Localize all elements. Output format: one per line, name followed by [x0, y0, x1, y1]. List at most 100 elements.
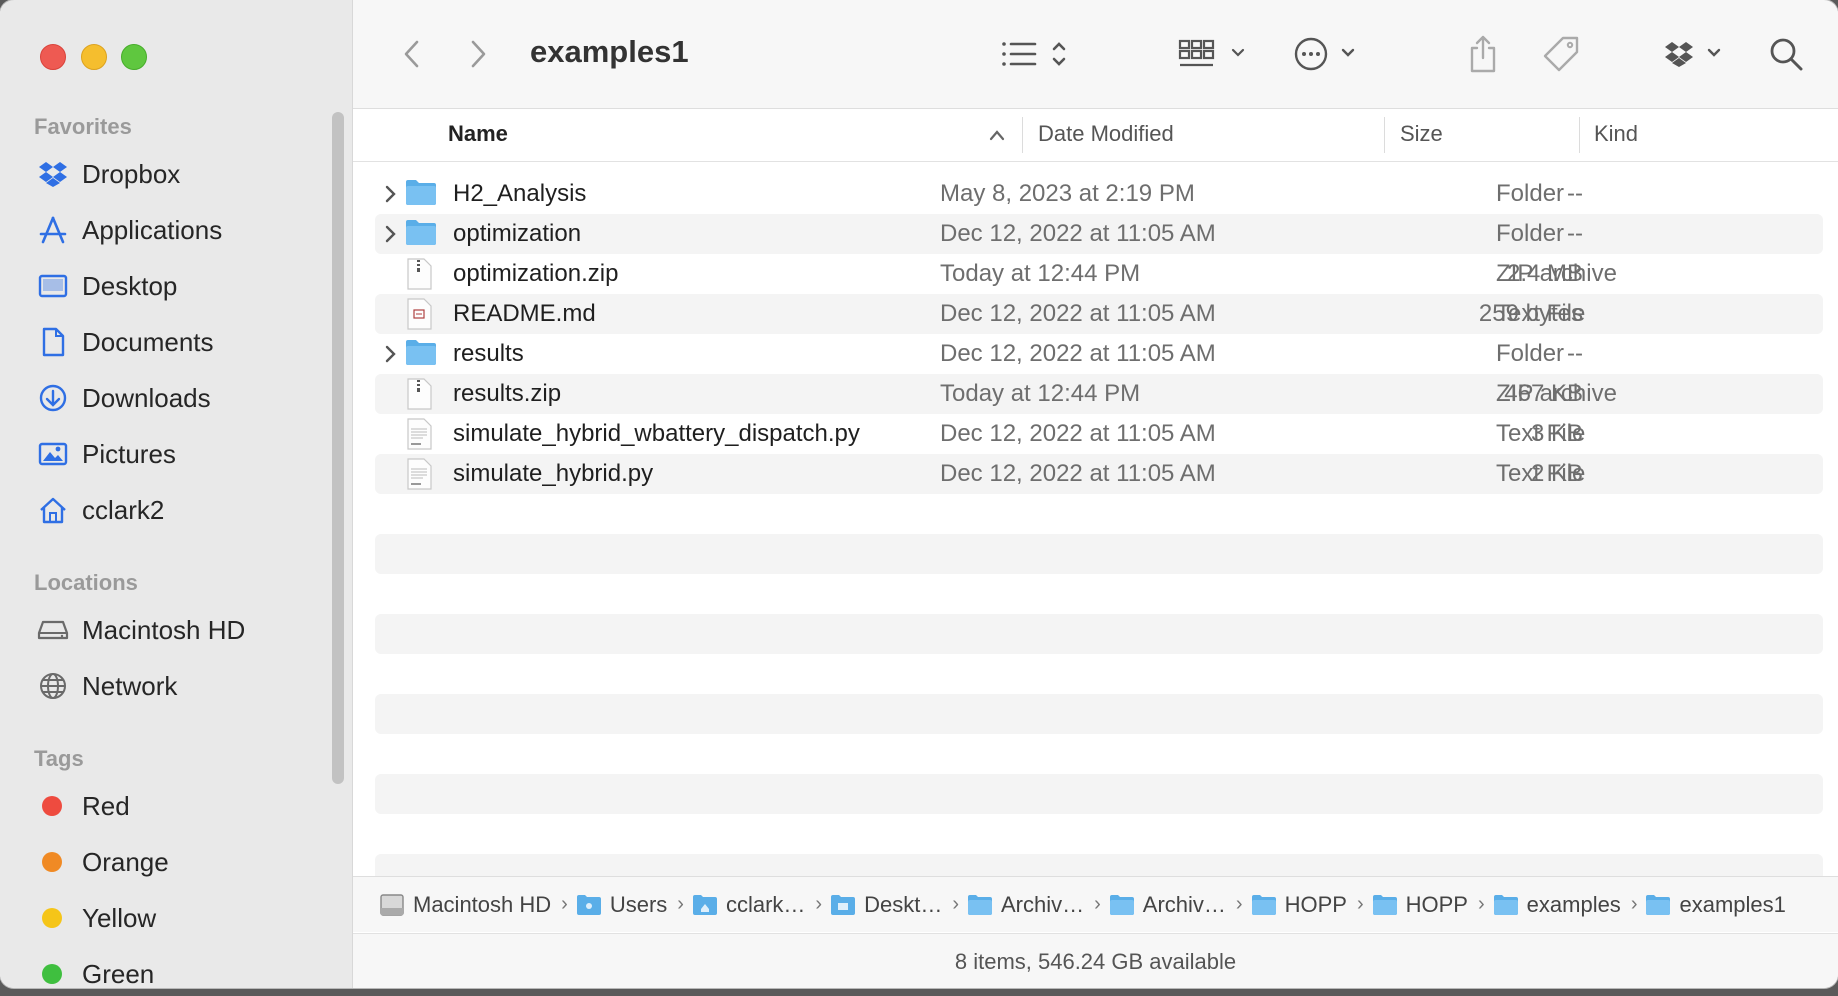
- grid-view-icon: [1178, 39, 1245, 67]
- file-date: May 8, 2023 at 2:19 PM: [940, 180, 1195, 207]
- zoom-window-button[interactable]: [121, 44, 147, 70]
- column-header-kind[interactable]: Kind: [1594, 121, 1638, 147]
- path-item-label: cclark…: [725, 891, 806, 917]
- sidebar-item-documents[interactable]: Documents: [36, 320, 326, 364]
- file-kind: ZIP archive: [1496, 380, 1617, 407]
- sidebar-item-label: Pictures: [82, 438, 176, 469]
- path-item-label: Users: [609, 891, 668, 917]
- tag-color-dot: [42, 908, 62, 928]
- disclosure-triangle-icon[interactable]: [383, 184, 397, 204]
- sidebar-item-desktop[interactable]: Desktop: [36, 264, 326, 308]
- file-row-results[interactable]: results Dec 12, 2022 at 11:05 AM -- Fold…: [375, 334, 1823, 374]
- path-item-label: examples: [1526, 891, 1621, 917]
- chevron-left-icon: [404, 40, 419, 68]
- path-item-home[interactable]: cclark… ›: [692, 892, 822, 918]
- column-header-date[interactable]: Date Modified: [1038, 121, 1174, 147]
- status-text: 8 items, 546.24 GB available: [954, 948, 1237, 974]
- sidebar-item-label: Macintosh HD: [82, 614, 246, 645]
- file-name: H2_Analysis: [453, 180, 587, 207]
- file-name: simulate_hybrid.py: [453, 460, 654, 487]
- file-row-results-zip[interactable]: results.zip Today at 12:44 PM 467 KB ZIP…: [375, 374, 1823, 414]
- view-list-button[interactable]: [997, 30, 1077, 78]
- file-date: Dec 12, 2022 at 11:05 AM: [940, 300, 1216, 327]
- sidebar-tag-yellow[interactable]: Yellow: [36, 896, 326, 940]
- empty-row: [375, 774, 1823, 814]
- column-divider[interactable]: [1384, 117, 1385, 153]
- sidebar-item-macintosh-hd[interactable]: Macintosh HD: [36, 608, 326, 652]
- forward-button[interactable]: [461, 30, 497, 78]
- file-name: results.zip: [453, 380, 562, 407]
- column-header-name[interactable]: Name: [448, 121, 508, 147]
- tags-section-label: Tags: [34, 746, 84, 771]
- file-row-h2-analysis[interactable]: H2_Analysis May 8, 2023 at 2:19 PM -- Fo…: [375, 174, 1823, 214]
- sidebar-tag-orange[interactable]: Orange: [36, 840, 326, 884]
- file-name: README.md: [453, 300, 596, 327]
- sidebar-item-network[interactable]: Network: [36, 664, 326, 708]
- path-item-archive[interactable]: Archiv… ›: [967, 892, 1101, 918]
- folder-icon: [406, 180, 436, 205]
- zip-file-icon: [407, 258, 432, 290]
- tag-button[interactable]: [1539, 30, 1583, 78]
- file-date: Today at 12:44 PM: [940, 260, 1141, 287]
- path-item-macintosh-hd[interactable]: Macintosh HD ›: [379, 892, 568, 918]
- minimize-window-button[interactable]: [81, 44, 107, 70]
- group-by-button[interactable]: [1177, 30, 1253, 78]
- path-item-hopp[interactable]: HOPP ›: [1251, 892, 1364, 918]
- chevron-right-icon: ›: [815, 893, 823, 915]
- share-button[interactable]: [1463, 30, 1503, 78]
- sidebar-item-label: Applications: [82, 214, 223, 245]
- path-item-label: Deskt…: [864, 891, 943, 917]
- sidebar-item-pictures[interactable]: Pictures: [36, 432, 326, 476]
- column-header-size[interactable]: Size: [1400, 121, 1443, 147]
- tag-color-dot: [42, 796, 62, 816]
- file-name: results: [453, 340, 524, 367]
- file-row-optimization[interactable]: optimization Dec 12, 2022 at 11:05 AM --…: [375, 214, 1823, 254]
- file-row-simulate-hybrid-wbattery[interactable]: simulate_hybrid_wbattery_dispatch.py Dec…: [375, 414, 1823, 454]
- sidebar-item-home[interactable]: cclark2: [36, 488, 326, 532]
- folder-icon: [406, 220, 436, 245]
- file-date: Dec 12, 2022 at 11:05 AM: [940, 460, 1216, 487]
- folder-icon: [406, 340, 436, 365]
- path-item-examples1[interactable]: examples1: [1645, 892, 1786, 918]
- sidebar-item-applications[interactable]: Applications: [36, 208, 326, 252]
- path-item-examples[interactable]: examples ›: [1493, 891, 1638, 918]
- close-window-button[interactable]: [40, 44, 66, 70]
- drive-icon: [380, 893, 404, 916]
- back-button[interactable]: [393, 30, 429, 78]
- sidebar-item-label: Green: [82, 958, 155, 989]
- empty-row: [375, 534, 1823, 574]
- tag-color-dot: [42, 852, 62, 872]
- file-row-simulate-hybrid[interactable]: simulate_hybrid.py Dec 12, 2022 at 11:05…: [375, 454, 1823, 494]
- folder-icon: [1372, 894, 1397, 915]
- sidebar-tag-red[interactable]: Red: [36, 784, 326, 828]
- drive-icon: [36, 613, 70, 647]
- column-header: Name Date Modified Size Kind: [353, 109, 1838, 162]
- chevron-right-icon: ›: [1630, 893, 1638, 915]
- file-date: Today at 12:44 PM: [940, 380, 1141, 407]
- sidebar-item-downloads[interactable]: Downloads: [36, 376, 326, 420]
- sidebar-item-dropbox[interactable]: Dropbox: [36, 152, 326, 196]
- column-divider[interactable]: [1579, 117, 1580, 153]
- sidebar-scrollbar[interactable]: [332, 112, 344, 784]
- dropbox-menu-button[interactable]: [1663, 30, 1733, 78]
- sort-ascending-icon[interactable]: [989, 129, 1005, 141]
- empty-row: [375, 854, 1823, 876]
- disclosure-triangle-icon[interactable]: [383, 344, 397, 364]
- path-item-hopp[interactable]: HOPP ›: [1372, 892, 1485, 918]
- column-divider[interactable]: [1022, 117, 1023, 153]
- path-item-users[interactable]: Users ›: [576, 892, 684, 918]
- photo-icon: [36, 437, 70, 471]
- sidebar-tag-green[interactable]: Green: [36, 952, 326, 988]
- path-item-archive[interactable]: Archiv… ›: [1109, 892, 1243, 918]
- search-button[interactable]: [1765, 30, 1807, 78]
- applications-icon: [36, 213, 70, 247]
- sidebar-item-label: Dropbox: [82, 158, 181, 189]
- finder-window: Favorites Dropbox Applications Desktop D…: [0, 0, 1838, 988]
- sidebar-item-label: Desktop: [82, 270, 178, 301]
- disclosure-triangle-icon[interactable]: [383, 224, 397, 244]
- folder-icon: [1493, 894, 1518, 915]
- file-row-optimization-zip[interactable]: optimization.zip Today at 12:44 PM 2.4 M…: [375, 254, 1823, 294]
- path-item-desktop[interactable]: Deskt… ›: [830, 892, 959, 918]
- action-menu-button[interactable]: [1293, 30, 1367, 78]
- file-row-readme[interactable]: README.md Dec 12, 2022 at 11:05 AM 259 b…: [375, 294, 1823, 334]
